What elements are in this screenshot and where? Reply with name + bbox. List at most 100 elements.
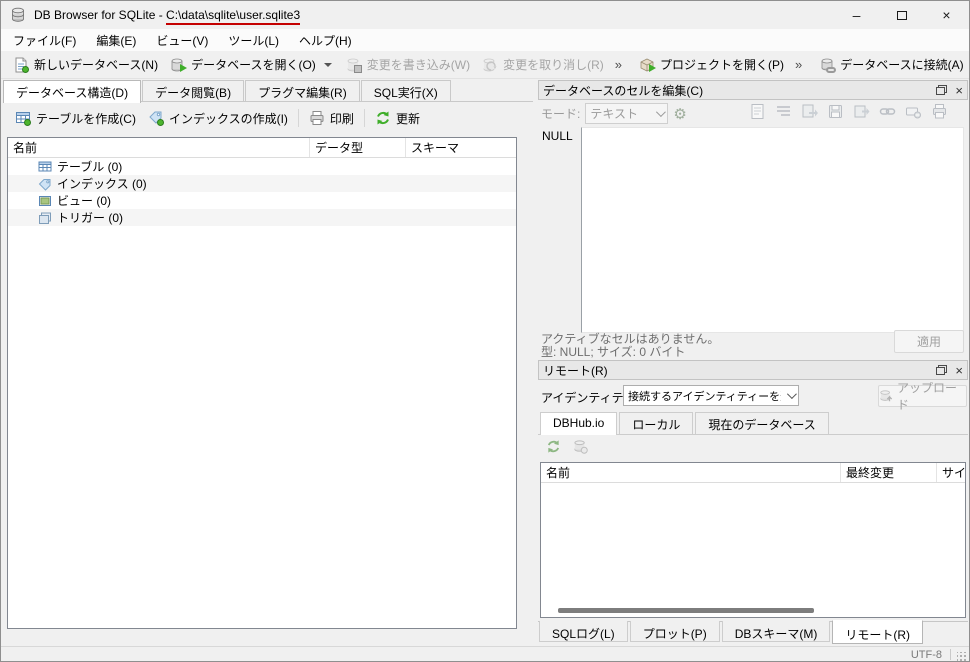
save-file-icon[interactable] — [827, 103, 844, 123]
word-wrap-icon[interactable] — [775, 103, 792, 123]
remote-titlebar: リモート(R) × — [538, 360, 968, 380]
cell-status-line2: 型: NULL; サイズ: 0 バイト — [541, 343, 685, 360]
tab-dbhub[interactable]: DBHub.io — [540, 412, 617, 435]
cell-editor-textarea[interactable] — [581, 127, 964, 333]
apply-button[interactable]: 適用 — [894, 330, 964, 353]
window-title-path: C:\data\sqlite\user.sqlite3 — [166, 8, 300, 25]
database-structure-tree: 名前 データ型 スキーマ テーブル (0) — [7, 137, 517, 629]
open-database-dropdown-caret[interactable] — [324, 63, 332, 67]
attach-database-icon — [819, 57, 835, 73]
tree-header-type[interactable]: データ型 — [310, 138, 406, 157]
print-icon — [309, 110, 325, 126]
open-database-button[interactable]: データベースを開く(O) — [164, 54, 322, 75]
tab-browse-data[interactable]: データ閲覧(B) — [142, 80, 244, 101]
open-database-icon — [170, 57, 186, 73]
menu-file[interactable]: ファイル(F) — [3, 29, 86, 52]
upload-icon — [879, 389, 893, 403]
tab-local[interactable]: ローカル — [619, 412, 693, 434]
menu-bar: ファイル(F) 編集(E) ビュー(V) ツール(L) ヘルプ(H) — [1, 29, 969, 51]
attach-database-button[interactable]: データベースに接続(A) — [813, 54, 969, 75]
open-project-button[interactable]: プロジェクトを開く(P) — [633, 54, 790, 75]
open-project-icon — [639, 57, 655, 73]
maximize-button[interactable] — [879, 1, 924, 29]
menu-edit[interactable]: 編集(E) — [86, 29, 146, 52]
refresh-remote-icon[interactable] — [546, 439, 561, 457]
dock-float-icon[interactable] — [936, 365, 947, 375]
table-icon — [38, 160, 52, 174]
dock-close-icon[interactable]: × — [955, 364, 963, 377]
menu-help[interactable]: ヘルプ(H) — [289, 29, 362, 52]
create-index-button[interactable]: インデックスの作成(I) — [142, 108, 294, 129]
mode-combobox[interactable]: テキスト — [585, 103, 668, 124]
refresh-icon — [375, 110, 391, 126]
link-icon[interactable] — [879, 103, 896, 123]
create-table-button[interactable]: テーブルを作成(C) — [9, 108, 142, 129]
tree-header: 名前 データ型 スキーマ — [8, 138, 516, 158]
text-document-icon[interactable] — [749, 103, 766, 123]
revert-changes-icon — [482, 57, 498, 73]
scrollbar-thumb[interactable] — [558, 608, 814, 613]
dock-float-icon[interactable] — [936, 85, 947, 95]
cell-editor-title: データベースのセルを編集(C) — [543, 82, 703, 99]
encoding-indicator: UTF-8 — [911, 649, 942, 661]
tab-db-schema[interactable]: DBスキーマ(M) — [722, 621, 831, 642]
tab-database-structure[interactable]: データベース構造(D) — [3, 80, 141, 103]
clone-database-icon[interactable] — [573, 439, 588, 457]
revert-changes-button[interactable]: 変更を取り消し(R) — [476, 54, 610, 75]
chevron-down-icon — [656, 107, 666, 117]
new-database-button[interactable]: 新しいデータベース(N) — [7, 54, 164, 75]
main-toolbar: 新しいデータベース(N) データベースを開く(O) — [1, 51, 969, 79]
app-window: DB Browser for SQLite - C:\data\sqlite\u… — [0, 0, 970, 662]
window-controls: – × — [834, 1, 969, 29]
tab-remote[interactable]: リモート(R) — [832, 620, 923, 644]
tree-row-triggers[interactable]: トリガー (0) — [8, 209, 516, 226]
tab-execute-sql[interactable]: SQL実行(X) — [361, 80, 451, 101]
remote-title: リモート(R) — [543, 362, 608, 379]
new-database-icon — [13, 57, 29, 73]
app-icon — [10, 7, 26, 23]
gear-icon[interactable]: ⚙ — [673, 105, 686, 123]
tree-header-schema[interactable]: スキーマ — [406, 138, 516, 157]
menu-view[interactable]: ビュー(V) — [146, 29, 218, 52]
remote-header-name[interactable]: 名前 — [541, 463, 841, 482]
remote-header-last-modified[interactable]: 最終変更 — [841, 463, 937, 482]
status-separator — [950, 649, 951, 660]
dock-close-icon[interactable]: × — [955, 84, 963, 97]
tree-row-indices[interactable]: インデックス (0) — [8, 175, 516, 192]
tree-row-tables[interactable]: テーブル (0) — [8, 158, 516, 175]
mode-label: モード: — [541, 105, 580, 122]
tree-header-name[interactable]: 名前 — [8, 138, 310, 157]
cell-mode-row: モード: テキスト ⚙ — [541, 102, 687, 125]
cell-editor-titlebar: データベースのセルを編集(C) × — [538, 80, 968, 100]
tree-row-views[interactable]: ビュー (0) — [8, 192, 516, 209]
tab-plot[interactable]: プロット(P) — [630, 621, 720, 642]
title-bar: DB Browser for SQLite - C:\data\sqlite\u… — [1, 1, 969, 29]
remote-file-table: 名前 最終変更 サイ — [540, 462, 966, 618]
index-icon — [38, 177, 52, 191]
identity-combobox[interactable]: 接続するアイデンティティーを選択 — [623, 385, 799, 406]
export-icon[interactable] — [853, 103, 870, 123]
upload-button[interactable]: アップロード — [878, 385, 967, 407]
menu-tools[interactable]: ツール(L) — [218, 29, 289, 52]
close-button[interactable]: × — [924, 1, 969, 29]
maximize-icon — [897, 11, 907, 20]
resize-grip[interactable] — [957, 652, 967, 662]
bottom-tab-bar: SQLログ(L) プロット(P) DBスキーマ(M) リモート(R) — [539, 621, 925, 644]
write-changes-icon — [346, 57, 362, 73]
window-title: DB Browser for SQLite - C:\data\sqlite\u… — [34, 8, 300, 22]
import-file-icon[interactable] — [801, 103, 818, 123]
horizontal-scrollbar[interactable] — [542, 604, 964, 616]
tab-sql-log[interactable]: SQLログ(L) — [539, 621, 628, 642]
refresh-button[interactable]: 更新 — [369, 108, 426, 129]
write-changes-button[interactable]: 変更を書き込み(W) — [340, 54, 476, 75]
toolbar-overflow-chevron[interactable]: » — [790, 57, 807, 72]
print-cell-icon[interactable] — [931, 103, 948, 123]
set-null-icon[interactable] — [905, 103, 922, 123]
tab-edit-pragmas[interactable]: プラグマ編集(R) — [245, 80, 360, 101]
print-button[interactable]: 印刷 — [303, 108, 360, 129]
remote-header-size[interactable]: サイ — [937, 463, 965, 482]
toolbar-overflow-chevron[interactable]: » — [610, 57, 627, 72]
minimize-button[interactable]: – — [834, 1, 879, 29]
tab-current-database[interactable]: 現在のデータベース — [695, 412, 828, 434]
toolbar-separator — [364, 109, 365, 127]
